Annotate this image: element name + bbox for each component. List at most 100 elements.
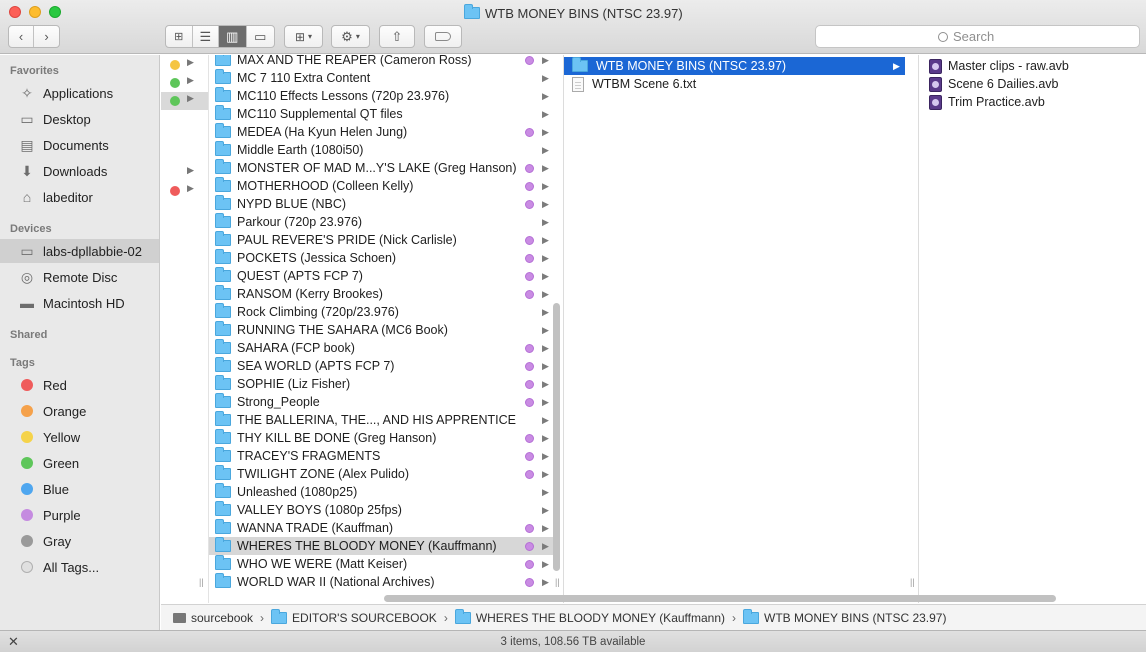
back-button[interactable]: ‹ xyxy=(9,26,35,47)
file-name: WTB MONEY BINS (NTSC 23.97) xyxy=(596,59,787,73)
avid-bin-file-icon xyxy=(929,58,942,74)
folder-icon xyxy=(215,555,231,570)
folder-row[interactable]: MEDEA (Ha Kyun Helen Jung) ▶ xyxy=(209,123,554,141)
edit-tags-button[interactable] xyxy=(424,25,462,48)
list-item[interactable]: ▶ xyxy=(161,164,208,182)
disclosure-arrow-icon: ▶ xyxy=(187,75,194,85)
purple-tag-dot-icon xyxy=(525,433,534,443)
folder-row[interactable]: VALLEY BOYS (1080p 25fps) ▶ xyxy=(209,501,554,519)
text-document-icon xyxy=(572,76,584,92)
folder-name: WORLD WAR II (National Archives) xyxy=(237,575,435,589)
list-item[interactable]: ▶ xyxy=(161,56,208,74)
folder-row[interactable]: TWILIGHT ZONE (Alex Pulido) ▶ xyxy=(209,465,554,483)
sidebar-item-applications[interactable]: ✧ Applications xyxy=(0,81,159,105)
zoom-window-button[interactable] xyxy=(49,6,61,18)
folder-row[interactable]: MC110 Effects Lessons (720p 23.976) ▶ xyxy=(209,87,554,105)
folder-row[interactable]: WHO WE WERE (Matt Keiser) ▶ xyxy=(209,555,554,573)
list-view-button[interactable]: ☰ xyxy=(193,26,220,47)
folder-row[interactable]: Rock Climbing (720p/23.976) ▶ xyxy=(209,303,554,321)
close-window-button[interactable] xyxy=(9,6,21,18)
sidebar-tag-all-tags[interactable]: All Tags... xyxy=(0,555,159,579)
file-row[interactable]: Scene 6 Dailies.avb xyxy=(919,75,1146,93)
search-field[interactable]: Search xyxy=(815,25,1140,48)
folder-row[interactable]: WANNA TRADE (Kauffman) ▶ xyxy=(209,519,554,537)
folder-row[interactable]: THY KILL BE DONE (Greg Hanson) ▶ xyxy=(209,429,554,447)
folder-row[interactable]: Parkour (720p 23.976) ▶ xyxy=(209,213,554,231)
folder-row[interactable]: POCKETS (Jessica Schoen) ▶ xyxy=(209,249,554,267)
folder-row[interactable]: SAHARA (FCP book) ▶ xyxy=(209,339,554,357)
folder-name: RANSOM (Kerry Brookes) xyxy=(237,287,383,301)
folder-row[interactable]: NYPD BLUE (NBC) ▶ xyxy=(209,195,554,213)
color-tag-dot-icon xyxy=(170,78,180,88)
vertical-scrollbar[interactable] xyxy=(553,303,560,571)
sidebar-item-labeditor[interactable]: ⌂ labeditor xyxy=(0,185,159,209)
folder-row[interactable]: THE BALLERINA, THE..., AND HIS APPRENTIC… xyxy=(209,411,554,429)
sidebar-item-label: labs-dpllabbie-02 xyxy=(43,243,143,259)
sidebar-item-documents[interactable]: ▤ Documents xyxy=(0,133,159,157)
minimize-window-button[interactable] xyxy=(29,6,41,18)
cover-flow-button[interactable]: ▭ xyxy=(247,26,274,47)
sidebar-item-macintosh-hd[interactable]: ▬ Macintosh HD xyxy=(0,291,159,315)
folder-row[interactable]: SEA WORLD (APTS FCP 7) ▶ xyxy=(209,357,554,375)
folder-row[interactable]: SOPHIE (Liz Fisher) ▶ xyxy=(209,375,554,393)
folder-name: MC110 Effects Lessons (720p 23.976) xyxy=(237,89,450,103)
path-item-label[interactable]: sourcebook xyxy=(191,611,253,625)
path-item-label[interactable]: WHERES THE BLOODY MONEY (Kauffmann) xyxy=(476,611,725,625)
folder-row[interactable]: MC 7 110 Extra Content ▶ xyxy=(209,69,554,87)
folder-row[interactable]: TRACEY'S FRAGMENTS ▶ xyxy=(209,447,554,465)
folder-row[interactable]: WHERES THE BLOODY MONEY (Kauffmann) ▶ xyxy=(209,537,554,555)
share-button[interactable]: ⇧ xyxy=(379,25,415,48)
sidebar-item-desktop[interactable]: ▭ Desktop xyxy=(0,107,159,131)
sidebar-tag-purple[interactable]: Purple xyxy=(0,503,159,527)
list-item[interactable] xyxy=(161,128,208,146)
file-row[interactable]: Master clips - raw.avb xyxy=(919,57,1146,75)
list-item[interactable]: ▶ xyxy=(161,182,208,200)
list-item[interactable]: ▶ xyxy=(161,74,208,92)
folder-row[interactable]: RUNNING THE SAHARA (MC6 Book) ▶ xyxy=(209,321,554,339)
folder-row[interactable]: Strong_People ▶ xyxy=(209,393,554,411)
icon-view-button[interactable]: ⊞ xyxy=(166,26,193,47)
sidebar-tag-green[interactable]: Green xyxy=(0,451,159,475)
file-row[interactable]: Trim Practice.avb xyxy=(919,93,1146,111)
column-view-button[interactable]: ▥ xyxy=(219,26,247,47)
close-sidebar-icon[interactable]: ✕ xyxy=(8,634,19,650)
sidebar-tag-orange[interactable]: Orange xyxy=(0,399,159,423)
sidebar-section-devices: Devices xyxy=(10,223,52,235)
folder-row[interactable]: WORLD WAR II (National Archives) ▶ xyxy=(209,573,554,591)
purple-tag-dot-icon xyxy=(525,577,534,587)
folder-icon xyxy=(215,249,231,264)
folder-row[interactable]: MOTHERHOOD (Colleen Kelly) ▶ xyxy=(209,177,554,195)
sidebar-item-downloads[interactable]: ⬇ Downloads xyxy=(0,159,159,183)
folder-row[interactable]: PAUL REVERE'S PRIDE (Nick Carlisle) ▶ xyxy=(209,231,554,249)
folder-row[interactable]: MONSTER OF MAD M...Y'S LAKE (Greg Hanson… xyxy=(209,159,554,177)
sidebar-item-labs-dpllabbie-02[interactable]: ▭ labs-dpllabbie-02 xyxy=(0,239,159,263)
sidebar-tag-red[interactable]: Red xyxy=(0,373,159,397)
folder-icon xyxy=(215,159,231,174)
action-button[interactable]: ⚙ ▾ xyxy=(331,25,370,48)
list-item[interactable]: ▶ xyxy=(161,92,208,110)
column-resize-handle[interactable]: || xyxy=(199,577,204,587)
folder-name: Middle Earth (1080i50) xyxy=(237,143,364,157)
path-item-label[interactable]: WTB MONEY BINS (NTSC 23.97) xyxy=(764,611,946,625)
folder-icon xyxy=(215,177,231,192)
folder-icon xyxy=(215,87,231,102)
file-row[interactable]: WTBM Scene 6.txt xyxy=(564,75,905,93)
folder-row[interactable]: WTB MONEY BINS (NTSC 23.97) ▶ xyxy=(564,57,905,75)
folder-row[interactable]: Unleashed (1080p25) ▶ xyxy=(209,483,554,501)
forward-button[interactable]: › xyxy=(34,26,59,47)
sidebar-item-remote-disc[interactable]: ◎ Remote Disc xyxy=(0,265,159,289)
arrange-button[interactable]: ⊞ ▾ xyxy=(284,25,323,48)
sidebar-tag-gray[interactable]: Gray xyxy=(0,529,159,553)
folder-row[interactable]: QUEST (APTS FCP 7) ▶ xyxy=(209,267,554,285)
column-resize-handle[interactable]: || xyxy=(555,577,560,587)
column-resize-handle[interactable]: || xyxy=(910,577,915,587)
folder-row[interactable]: MC110 Supplemental QT files ▶ xyxy=(209,105,554,123)
horizontal-scrollbar[interactable] xyxy=(384,595,1056,602)
path-item-label[interactable]: EDITOR'S SOURCEBOOK xyxy=(292,611,437,625)
sidebar-tag-blue[interactable]: Blue xyxy=(0,477,159,501)
folder-row[interactable]: MAX AND THE REAPER (Cameron Ross) ▶ xyxy=(209,55,554,69)
sidebar-tag-yellow[interactable]: Yellow xyxy=(0,425,159,449)
share-icon: ⇧ xyxy=(391,28,403,44)
folder-row[interactable]: RANSOM (Kerry Brookes) ▶ xyxy=(209,285,554,303)
folder-row[interactable]: Middle Earth (1080i50) ▶ xyxy=(209,141,554,159)
